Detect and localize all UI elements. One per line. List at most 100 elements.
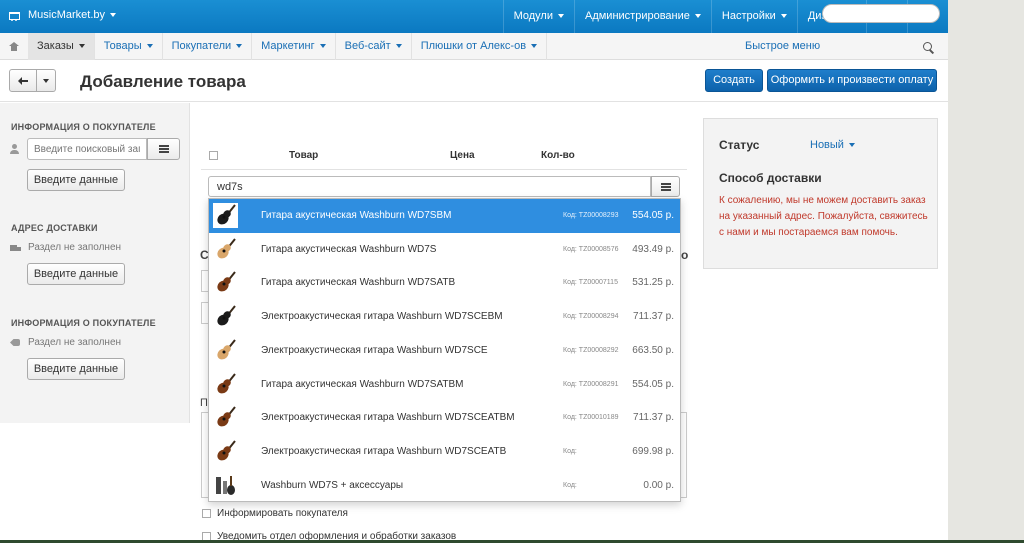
chevron-down-icon — [395, 44, 402, 49]
status-dropdown[interactable]: Новый — [810, 139, 855, 151]
tab-3[interactable]: Маркетинг — [252, 33, 336, 60]
order-status-panel: Статус Новый Способ доставки К сожалению… — [703, 118, 938, 269]
nav-administration[interactable]: Администрирование — [573, 0, 711, 33]
result-price: 554.05 р. — [632, 378, 674, 390]
tab-label: Заказы — [37, 40, 74, 52]
desktop-background — [948, 0, 1024, 543]
result-item[interactable]: Электроакустическая гитара Washburn WD7S… — [209, 300, 680, 334]
page-header: Добавление товара Создать Оформить и про… — [0, 60, 948, 102]
search-icon[interactable] — [923, 42, 932, 51]
result-item[interactable]: Гитара акустическая Washburn WD7SATBM Код… — [209, 368, 680, 402]
chevron-down-icon — [694, 14, 701, 19]
product-thumbnail — [213, 473, 238, 498]
back-dropdown-button[interactable] — [37, 69, 56, 92]
brand-label: MusicMarket.by — [28, 9, 117, 21]
product-thumbnail — [213, 405, 238, 430]
customer-info-title-2: ИНФОРМАЦИЯ О ПОКУПАТЕЛЕ — [11, 318, 156, 328]
chevron-down-icon — [236, 44, 243, 49]
result-name: Гитара акустическая Washburn WD7SATBM — [261, 378, 464, 390]
nav-modules-label: Модули — [513, 10, 553, 22]
products-table-header: Товар Цена Кол-во — [201, 140, 687, 170]
back-button[interactable] — [9, 69, 37, 92]
product-thumbnail — [213, 203, 238, 228]
chevron-down-icon — [146, 44, 153, 49]
tab-label: Плюшки от Алекс-ов — [420, 40, 527, 52]
chevron-down-icon — [848, 143, 855, 148]
chevron-down-icon — [319, 44, 326, 49]
enter-customer-info-button[interactable]: Введите данные — [27, 358, 125, 380]
nav-modules[interactable]: Модули — [502, 0, 574, 33]
chevron-down-icon — [531, 44, 538, 49]
top-search-input[interactable] — [822, 4, 940, 23]
nav-settings-label: Настройки — [721, 10, 776, 22]
page-title: Добавление товара — [80, 72, 246, 91]
result-item[interactable]: Гитара акустическая Washburn WD7S Код: TZ… — [209, 233, 680, 267]
column-price: Цена — [450, 150, 475, 161]
result-item[interactable]: Washburn WD7S + аксессуары Код: 0.00 р. — [209, 469, 680, 501]
checkout-and-pay-button[interactable]: Оформить и произвести оплату — [767, 69, 937, 92]
result-item[interactable]: Электроакустическая гитара Washburn WD7S… — [209, 401, 680, 435]
tab-label: Покупатели — [171, 40, 232, 52]
result-price: 711.37 р. — [633, 311, 674, 323]
customer-list-button[interactable] — [147, 138, 180, 160]
notify-customer-label: Информировать покупателя — [217, 508, 348, 519]
result-price: 531.25 р. — [632, 277, 674, 289]
result-price: 699.98 р. — [632, 445, 674, 457]
product-search-results: Гитара акустическая Washburn WD7SBM Код: … — [208, 198, 681, 502]
enter-customer-data-button[interactable]: Введите данные — [27, 169, 125, 191]
result-item[interactable]: Электроакустическая гитара Washburn WD7S… — [209, 334, 680, 368]
result-item[interactable]: Гитара акустическая Washburn WD7SATB Код:… — [209, 266, 680, 300]
column-quantity: Кол-во — [541, 150, 575, 161]
product-list-button[interactable] — [651, 176, 680, 197]
result-price: 663.50 р. — [632, 344, 674, 356]
notify-customer-checkbox[interactable] — [202, 509, 211, 518]
tab-4[interactable]: Веб-сайт — [336, 33, 412, 60]
nav-administration-label: Администрирование — [584, 10, 690, 22]
product-thumbnail — [213, 372, 238, 397]
tab-label: Маркетинг — [261, 40, 315, 52]
product-thumbnail — [213, 439, 238, 464]
home-button[interactable] — [0, 33, 28, 60]
home-icon — [9, 42, 19, 51]
result-item[interactable]: Гитара акустическая Washburn WD7SBM Код: … — [209, 199, 680, 233]
shipping-address-title: АДРЕС ДОСТАВКИ — [11, 223, 98, 233]
truck-icon — [10, 245, 21, 252]
result-code: Код: — [563, 481, 577, 489]
shipping-error-message: К сожалению, мы не можем доставить заказ… — [719, 195, 928, 238]
result-name: Гитара акустическая Washburn WD7SATB — [261, 277, 456, 289]
result-name: Электроакустическая гитара Washburn WD7S… — [261, 344, 488, 356]
tab-1[interactable]: Товары — [95, 33, 163, 60]
result-price: 0.00 р. — [643, 479, 674, 491]
tab-2[interactable]: Покупатели — [163, 33, 253, 60]
section-heading-fragment-right: о — [681, 248, 689, 262]
section-tabs: Заказы Товары Покупатели Маркетинг Веб-сайт П… — [0, 33, 548, 60]
enter-address-data-button[interactable]: Введите данные — [27, 263, 125, 285]
product-thumbnail — [213, 304, 238, 329]
product-thumbnail — [213, 338, 238, 363]
cart-icon — [8, 10, 20, 21]
column-product: Товар — [289, 150, 319, 161]
brand-menu[interactable]: MusicMarket.by — [8, 9, 117, 21]
chevron-down-icon — [780, 14, 787, 19]
product-search-input[interactable] — [208, 176, 651, 197]
customer-search-input[interactable] — [27, 138, 147, 160]
tag-icon — [10, 339, 20, 346]
select-all-checkbox[interactable] — [209, 151, 218, 160]
result-name: Электроакустическая гитара Washburn WD7S… — [261, 412, 515, 424]
tab-5[interactable]: Плюшки от Алекс-ов — [412, 33, 548, 60]
quick-menu-link[interactable]: Быстрое меню — [745, 33, 820, 60]
arrow-left-icon — [18, 76, 28, 85]
sidebar: ИНФОРМАЦИЯ О ПОКУПАТЕЛЕ Введите данные А… — [0, 103, 190, 423]
result-price: 711.37 р. — [633, 412, 674, 424]
comment-label-fragment: П — [200, 397, 208, 409]
create-button[interactable]: Создать — [705, 69, 763, 92]
tab-0[interactable]: Заказы — [28, 33, 95, 60]
address-empty-text: Раздел не заполнен — [28, 242, 122, 253]
tab-label: Товары — [103, 40, 142, 52]
customer-info-empty-text: Раздел не заполнен — [28, 337, 122, 348]
status-label: Статус — [719, 138, 760, 152]
result-item[interactable]: Электроакустическая гитара Washburn WD7S… — [209, 435, 680, 469]
chevron-down-icon — [110, 13, 117, 18]
nav-settings[interactable]: Настройки — [710, 0, 797, 33]
product-thumbnail — [213, 237, 238, 262]
